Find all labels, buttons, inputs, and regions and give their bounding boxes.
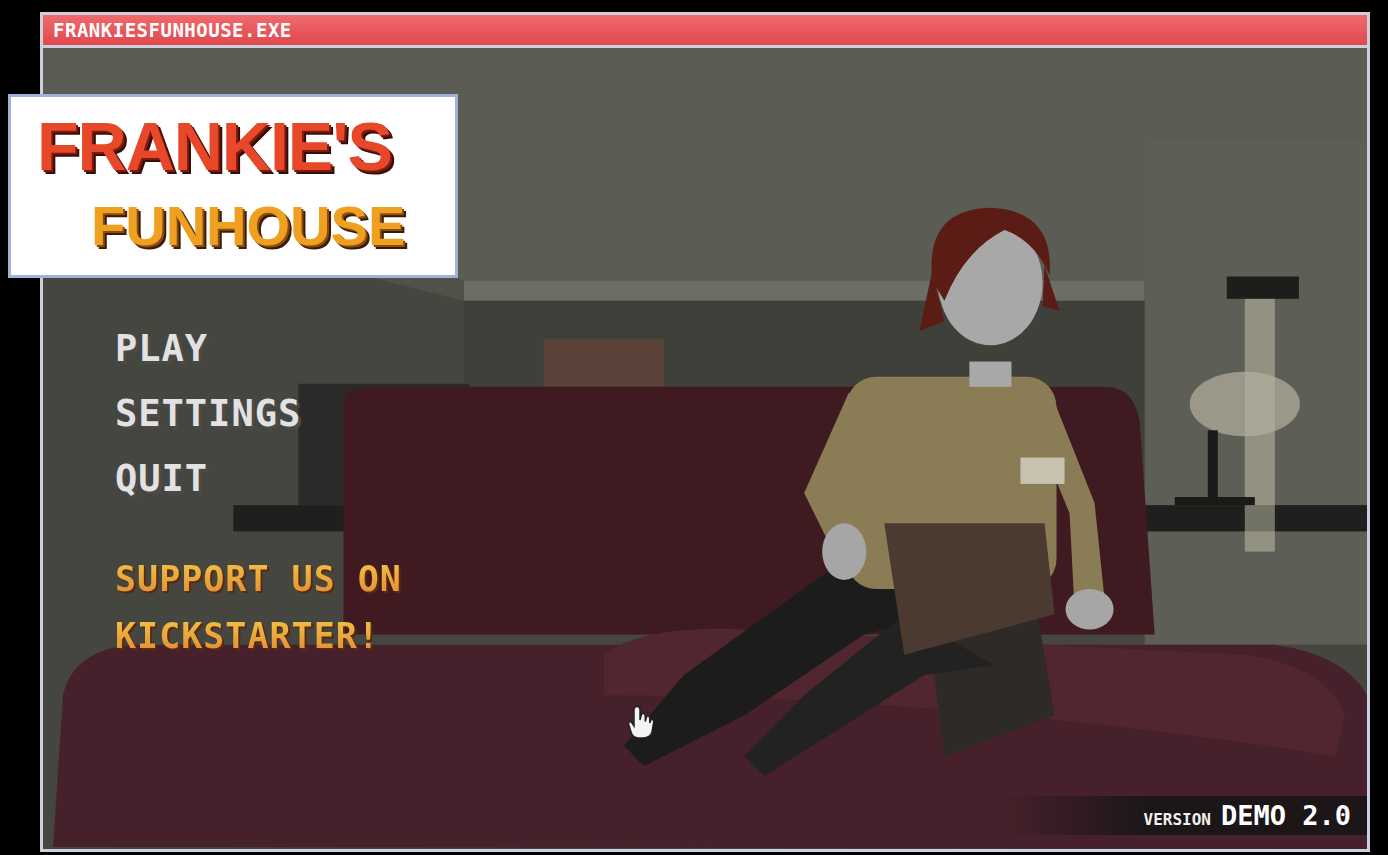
- main-menu: PLAYSETTINGSQUIT: [115, 316, 1367, 511]
- title-bar[interactable]: FRANKIESFUNHOUSE.EXE: [43, 15, 1367, 48]
- kickstarter-text: KICKSTARTER!: [115, 608, 402, 665]
- hand-cursor-icon: [625, 706, 655, 740]
- logo-title: FRANKIE'S: [37, 103, 445, 189]
- menu-item[interactable]: QUIT: [115, 446, 208, 511]
- version-value: DEMO 2.0: [1221, 800, 1351, 831]
- menu-item[interactable]: SETTINGS: [115, 381, 301, 446]
- window-title: FRANKIESFUNHOUSE.EXE: [53, 19, 292, 41]
- version-caption: VERSION: [1144, 810, 1211, 829]
- kickstarter-text: SUPPORT US ON: [115, 551, 402, 608]
- desktop: FRANKIESFUNHOUSE.EXE PLAYSETTINGSQUIT SUPP…: [0, 0, 1388, 855]
- menu-item[interactable]: PLAY: [115, 316, 208, 381]
- kickstarter-link[interactable]: SUPPORT US ONKICKSTARTER!: [115, 551, 402, 665]
- version-label: VERSION DEMO 2.0: [1004, 796, 1367, 835]
- logo-subtitle: FUNHOUSE: [37, 189, 445, 263]
- game-logo: FRANKIE'SFUNHOUSE: [8, 94, 458, 278]
